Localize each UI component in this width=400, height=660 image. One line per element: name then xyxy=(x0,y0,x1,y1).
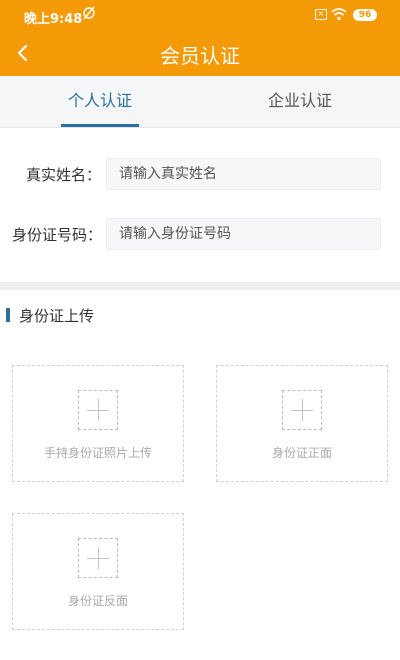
page-title: 会员认证 xyxy=(160,44,240,68)
id-number-input[interactable] xyxy=(106,218,381,250)
status-time: 晚上9:48 xyxy=(24,12,83,27)
upload-id-back[interactable]: 身份证反面 xyxy=(12,513,184,630)
form-row-name: 真实姓名： xyxy=(0,158,400,190)
header-bar: 会员认证 xyxy=(0,30,400,76)
plus-icon xyxy=(78,538,118,578)
active-tab-indicator xyxy=(61,124,139,127)
id-number-label: 身份证号码： xyxy=(12,226,103,244)
sim-icon: × xyxy=(315,9,327,20)
form-row-id-number: 身份证号码： xyxy=(0,218,400,250)
name-label: 真实姓名： xyxy=(26,166,102,184)
status-bar: 晚上9:48 × 96 xyxy=(0,0,400,30)
upload-caption: 手持身份证照片上传 xyxy=(43,446,152,460)
plus-icon xyxy=(282,390,322,430)
upload-caption: 身份证反面 xyxy=(67,594,128,608)
name-input[interactable] xyxy=(106,158,381,190)
upload-handheld-id-photo[interactable]: 手持身份证照片上传 xyxy=(12,365,184,482)
plus-icon xyxy=(78,390,118,430)
section-title-marker xyxy=(6,308,10,322)
upload-section-title-text: 身份证上传 xyxy=(19,307,95,325)
tab-enterprise-auth[interactable]: 企业认证 xyxy=(200,76,400,128)
upload-id-front[interactable]: 身份证正面 xyxy=(216,365,388,482)
upload-caption: 身份证正面 xyxy=(271,446,332,460)
tab-bar: 个人认证 企业认证 xyxy=(0,76,400,128)
battery-icon: 96 xyxy=(353,9,377,21)
section-divider xyxy=(0,282,400,290)
tab-personal-auth[interactable]: 个人认证 xyxy=(0,76,200,128)
wifi-icon xyxy=(331,7,347,25)
alarm-off-icon xyxy=(82,5,96,25)
